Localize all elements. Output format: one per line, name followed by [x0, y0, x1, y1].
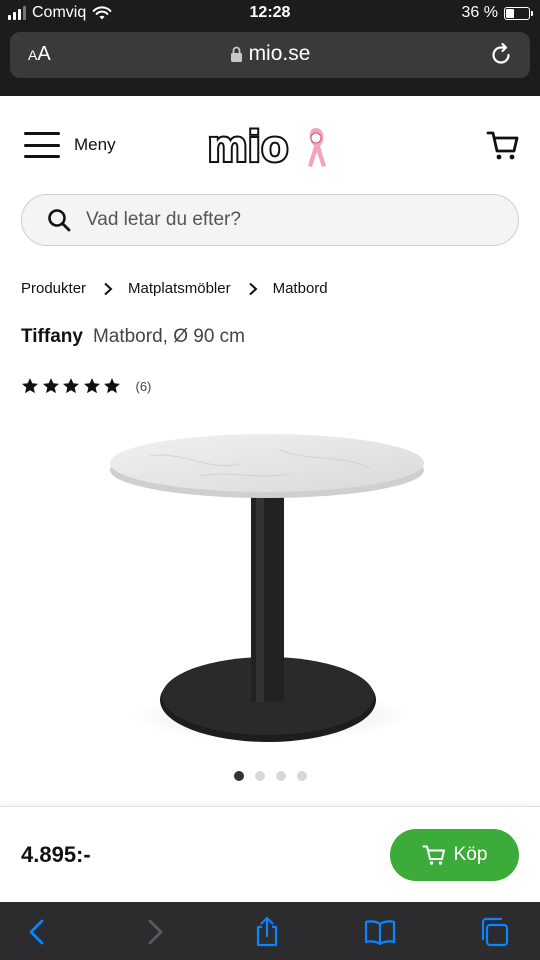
carousel-dot[interactable]	[254, 771, 265, 781]
search-bar[interactable]	[21, 194, 519, 246]
address-bar[interactable]: AA mio.se	[10, 32, 530, 78]
image-carousel-dots	[0, 771, 540, 781]
share-icon[interactable]	[251, 916, 283, 948]
star-icon	[104, 378, 120, 394]
product-image[interactable]	[90, 420, 450, 760]
star-icon	[22, 378, 38, 394]
buy-button[interactable]: Köp	[390, 829, 519, 881]
carousel-dot[interactable]	[275, 771, 286, 781]
browser-chrome: Comviq 12:28 36 % AA mio.se	[0, 0, 540, 96]
breadcrumb-item-produkter[interactable]: Produkter	[21, 280, 86, 297]
site-header: Meny mio	[0, 98, 540, 196]
battery-percent: 36 %	[461, 4, 498, 21]
svg-text:mio: mio	[208, 122, 289, 170]
cart-icon[interactable]	[486, 128, 520, 162]
breadcrumb: Produkter Matplatsmöbler Matbord	[21, 280, 328, 297]
star-icon	[42, 378, 59, 394]
pink-ribbon-icon	[308, 128, 326, 167]
chevron-right-icon	[104, 282, 113, 295]
reload-icon[interactable]	[488, 42, 514, 68]
star-icon	[83, 378, 100, 394]
rating-stars	[21, 377, 124, 395]
clock: 12:28	[249, 4, 291, 21]
menu-button[interactable]: Meny	[24, 132, 116, 158]
carousel-dot[interactable]	[233, 771, 244, 781]
search-icon[interactable]	[46, 207, 72, 233]
product-rating[interactable]: (6)	[21, 377, 151, 395]
product-price: 4.895:-	[21, 842, 91, 867]
battery-level	[506, 8, 514, 18]
back-icon[interactable]	[22, 916, 54, 948]
bookmarks-icon[interactable]	[364, 916, 396, 948]
tabs-icon[interactable]	[478, 916, 510, 948]
product-brand: Tiffany	[21, 326, 83, 347]
status-bar: Comviq 12:28 36 %	[0, 0, 540, 28]
carousel-dot[interactable]	[296, 771, 307, 781]
url-domain: mio.se	[248, 42, 311, 65]
buy-bar: 4.895:- Köp	[0, 806, 540, 902]
breadcrumb-item-matbord[interactable]: Matbord	[273, 280, 328, 297]
cart-icon	[422, 845, 445, 865]
browser-toolbar	[0, 902, 540, 960]
buy-button-label: Köp	[453, 844, 488, 865]
search-input[interactable]	[86, 209, 466, 231]
breadcrumb-item-matplatsmobler[interactable]: Matplatsmöbler	[128, 280, 231, 297]
battery-icon	[504, 6, 533, 20]
mio-logo[interactable]: mio	[206, 122, 334, 170]
lock-icon	[230, 46, 242, 62]
hamburger-icon	[24, 132, 60, 158]
star-icon	[63, 378, 79, 394]
product-description: Matbord, Ø 90 cm	[92, 326, 245, 347]
forward-icon[interactable]	[138, 916, 170, 948]
chevron-right-icon	[248, 282, 258, 295]
menu-label: Meny	[74, 135, 116, 154]
product-title: Tiffany Matbord, Ø 90 cm	[21, 326, 245, 348]
review-count: (6)	[135, 378, 152, 394]
